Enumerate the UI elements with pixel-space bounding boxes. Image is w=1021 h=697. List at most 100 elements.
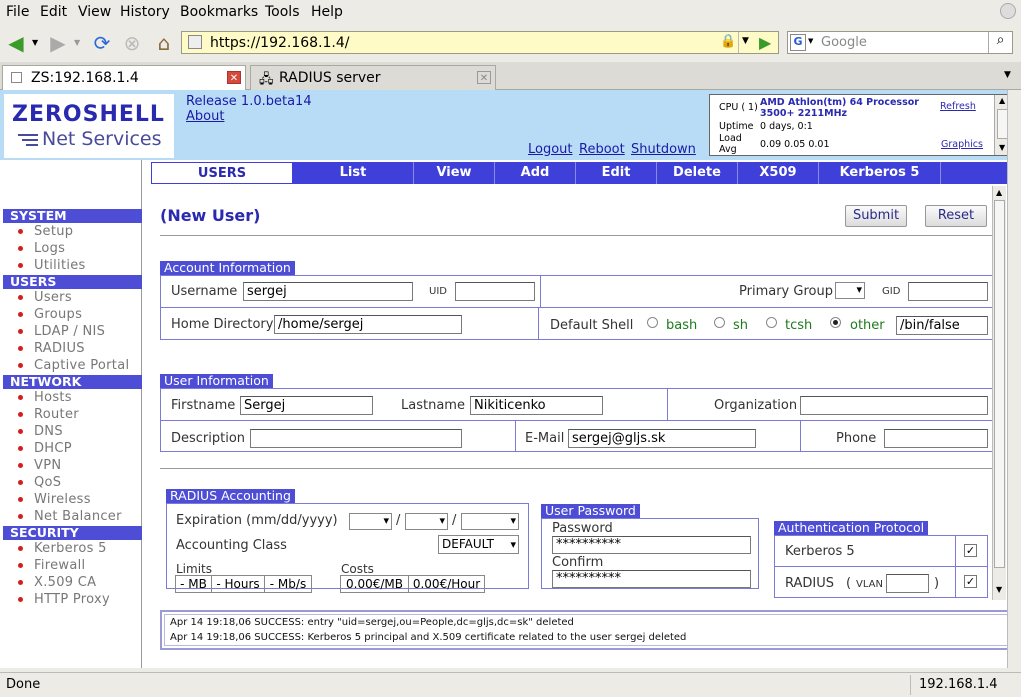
sidebar-item-net-balancer[interactable]: Net Balancer [18,509,122,524]
sidebar-item-x509-ca[interactable]: X.509 CA [17,575,96,590]
shutdown-link[interactable]: Shutdown [631,142,696,157]
url-bar[interactable]: https://192.168.1.4/ 🔒 ▼ ▶ [181,31,779,54]
gid-input[interactable] [908,282,988,301]
menu-tools[interactable]: Tools [265,4,300,20]
sidebar-item-hosts[interactable]: Hosts [18,390,72,405]
firstname-input[interactable]: Sergej [240,396,373,415]
password-input[interactable]: ********** [552,536,751,554]
sidebar-item-kerberos[interactable]: Kerberos 5 [18,541,107,556]
url-text: https://192.168.1.4/ [210,35,350,51]
organization-input[interactable] [800,396,988,415]
expiration-day-select[interactable] [405,513,448,530]
sidebar-item-users[interactable]: Users [18,290,72,305]
sidebar-item-dhcp[interactable]: DHCP [18,441,72,456]
email-input[interactable]: sergej@gljs.sk [568,429,756,448]
zeroshell-logo: ZEROSHELL Net Services [4,94,174,158]
menu-view[interactable]: View [78,4,111,20]
scroll-up-icon[interactable]: ▲ [996,188,1002,197]
search-box[interactable]: G ▼ Google ⌕ [787,31,1013,54]
home-directory-input[interactable]: /home/sergej [274,315,462,334]
sidebar-item-vpn[interactable]: VPN [17,458,61,473]
about-link[interactable]: About [186,109,224,124]
shell-tcsh-radio[interactable] [766,317,777,328]
menu-history[interactable]: History [120,4,170,20]
forward-dropdown-icon[interactable]: ▼ [74,38,80,47]
url-history-dropdown-icon[interactable]: ▼ [742,36,749,46]
sidebar-item-wireless[interactable]: Wireless [18,492,91,507]
forward-arrow-icon[interactable]: ▶ [44,29,72,57]
sidebar-item-logs[interactable]: Logs [17,241,65,256]
status-scrollbar[interactable]: ▲ ▼ [994,95,1007,155]
load-value: 0.09 0.05 0.01 [760,139,830,150]
radius-checkbox[interactable]: ✓ [964,575,977,588]
close-tab-icon[interactable]: ✕ [227,71,241,84]
tab-delete[interactable]: Delete [657,162,738,184]
accounting-class-select[interactable]: DEFAULT [438,535,519,554]
menu-help[interactable]: Help [311,4,343,20]
graphics-link[interactable]: Graphics [941,139,983,150]
submit-button[interactable]: Submit [845,205,907,227]
refresh-link[interactable]: Refresh [940,101,976,112]
primary-group-select[interactable] [835,282,865,299]
sidebar-item-radius[interactable]: RADIUS [18,341,85,356]
scroll-up-icon[interactable]: ▲ [999,96,1005,105]
scroll-down-icon[interactable]: ▼ [999,143,1005,152]
tab-kerberos[interactable]: Kerberos 5 [819,162,941,184]
logout-link[interactable]: Logout [528,142,573,157]
reboot-link[interactable]: Reboot [579,142,625,157]
phone-label: Phone [836,431,877,446]
scroll-down-icon[interactable]: ▼ [996,585,1002,594]
shell-sh-radio[interactable] [714,317,725,328]
sidebar-item-qos[interactable]: QoS [17,475,61,490]
sidebar-item-http-proxy[interactable]: HTTP Proxy [17,592,110,607]
close-tab-icon[interactable]: ✕ [477,71,491,84]
sidebar-item-groups[interactable]: Groups [17,307,82,322]
home-icon[interactable]: ⌂ [150,29,178,57]
menu-file[interactable]: File [6,4,29,20]
expiration-month-select[interactable] [349,513,392,530]
sidebar-item-dns[interactable]: DNS [18,424,63,439]
tab-view[interactable]: View [414,162,495,184]
tab-list[interactable]: List [293,162,414,184]
menu-bookmarks[interactable]: Bookmarks [180,4,258,20]
shell-other-radio[interactable] [830,317,841,328]
tab-add[interactable]: Add [495,162,576,184]
sidebar-item-utilities[interactable]: Utilities [18,258,86,273]
tab-edit[interactable]: Edit [576,162,657,184]
go-icon[interactable]: ▶ [759,33,771,52]
sidebar-item-captive-portal[interactable]: Captive Portal [17,358,129,373]
back-dropdown-icon[interactable]: ▼ [32,38,38,47]
stop-icon[interactable]: ⊗ [118,29,146,57]
tab-users[interactable]: USERS [151,162,293,184]
google-engine-icon[interactable]: G [790,34,806,51]
menu-edit[interactable]: Edit [40,4,67,20]
vlan-input[interactable] [886,574,929,593]
lastname-input[interactable]: Nikiticenko [470,396,603,415]
sidebar-item-router[interactable]: Router [18,407,79,422]
reload-icon[interactable]: ⟳ [88,29,116,57]
other-shell-input[interactable]: /bin/false [896,316,988,335]
page-header: ZEROSHELL Net Services Release 1.0.beta1… [0,90,1007,160]
expiration-year-select[interactable] [461,513,519,530]
username-input[interactable]: sergej [243,282,413,301]
browser-tab[interactable]: 🖧 RADIUS server ✕ [250,65,496,90]
search-icon[interactable]: ⌕ [988,32,1012,53]
page-scrollbar[interactable] [1007,90,1021,668]
confirm-password-input[interactable]: ********** [552,570,751,588]
tab-x509[interactable]: X509 [738,162,819,184]
sidebar-item-firewall[interactable]: Firewall [17,558,85,573]
shell-bash-radio[interactable] [647,317,658,328]
sidebar-item-setup[interactable]: Setup [17,224,73,239]
kerberos-checkbox[interactable]: ✓ [964,544,977,557]
tab-list-dropdown-icon[interactable]: ▼ [1004,70,1011,80]
description-input[interactable] [250,429,462,448]
reset-button[interactable]: Reset [925,205,987,227]
content-scrollbar[interactable]: ▲ ▼ [992,186,1006,600]
back-arrow-icon[interactable]: ◀ [2,29,30,57]
browser-tab-active[interactable]: ZS:192.168.1.4 ✕ [2,65,246,90]
sidebar-item-ldap-nis[interactable]: LDAP / NIS [17,324,105,339]
engine-dropdown-icon[interactable]: ▼ [808,37,813,45]
uid-input[interactable] [455,282,535,301]
scroll-thumb[interactable] [994,200,1005,568]
phone-input[interactable] [884,429,988,448]
